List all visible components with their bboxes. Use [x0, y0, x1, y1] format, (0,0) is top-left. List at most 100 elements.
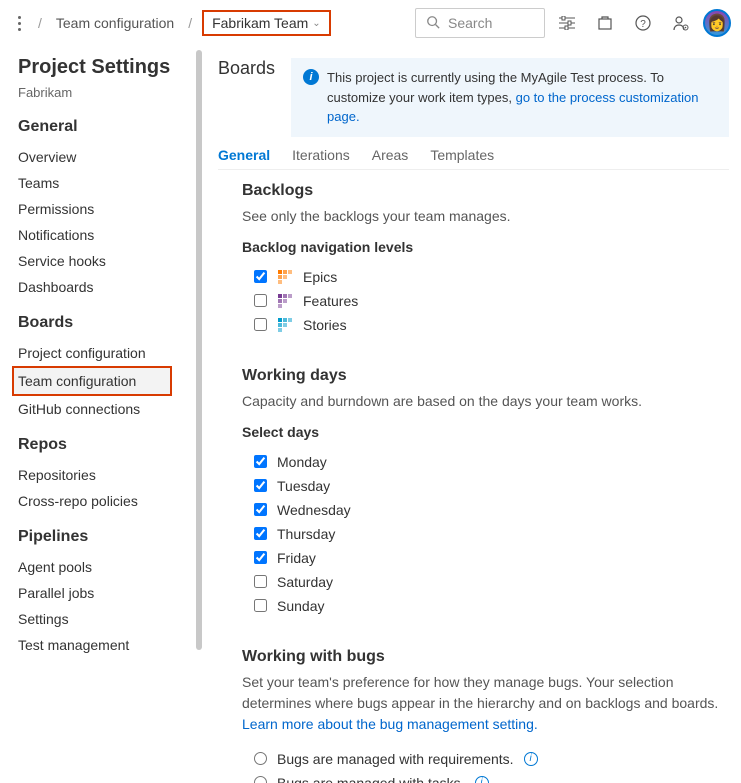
page-title: Boards: [218, 58, 275, 79]
backlog-level-label: Epics: [303, 269, 337, 285]
scrollbar-thumb[interactable]: [196, 50, 202, 650]
backlog-level-checkbox[interactable]: [254, 270, 267, 283]
backlogs-heading: Backlogs: [242, 182, 729, 200]
day-checkbox[interactable]: [254, 599, 267, 612]
backlog-level-row: Stories: [254, 313, 729, 337]
bugs-learn-more-link[interactable]: Learn more about the bug management sett…: [242, 716, 538, 732]
marketplace-icon[interactable]: [589, 7, 621, 39]
day-checkbox[interactable]: [254, 479, 267, 492]
backlog-level-row: Features: [254, 289, 729, 313]
project-settings-title[interactable]: Project Settings: [18, 56, 202, 79]
bug-option-row: Bugs are managed with requirements. i: [254, 747, 729, 771]
bug-option-label: Bugs are managed with tasks.: [277, 775, 465, 783]
more-menu-icon[interactable]: [10, 16, 28, 31]
day-row: Tuesday: [254, 474, 729, 498]
bug-option-radio[interactable]: [254, 752, 267, 765]
bug-option-row: Bugs are managed with tasks. i: [254, 771, 729, 783]
day-checkbox[interactable]: [254, 551, 267, 564]
sidebar-item-cross-repo-policies[interactable]: Cross-repo policies: [18, 488, 202, 514]
info-icon: i: [303, 69, 319, 85]
filter-icon[interactable]: [551, 7, 583, 39]
sidebar-item-parallel-jobs[interactable]: Parallel jobs: [18, 580, 202, 606]
main-content: Boards i This project is currently using…: [202, 46, 741, 783]
tab-templates[interactable]: Templates: [430, 147, 494, 163]
sidebar-item-notifications[interactable]: Notifications: [18, 222, 202, 248]
day-row: Wednesday: [254, 498, 729, 522]
search-placeholder: Search: [448, 15, 492, 31]
backlog-level-label: Stories: [303, 317, 347, 333]
breadcrumb-separator: /: [184, 15, 196, 31]
breadcrumb-item[interactable]: Team configuration: [52, 13, 178, 33]
day-label: Wednesday: [277, 502, 351, 518]
sidebar-item-github-connections[interactable]: GitHub connections: [18, 396, 202, 422]
sidebar-heading: Boards: [18, 314, 202, 332]
day-row: Saturday: [254, 570, 729, 594]
chevron-down-icon: ⌄: [312, 18, 320, 29]
day-label: Saturday: [277, 574, 333, 590]
day-label: Sunday: [277, 598, 324, 614]
backlog-level-row: Epics: [254, 265, 729, 289]
day-label: Friday: [277, 550, 316, 566]
bug-option-label: Bugs are managed with requirements.: [277, 751, 514, 767]
sidebar: Project Settings Fabrikam GeneralOvervie…: [0, 46, 202, 783]
sidebar-item-agent-pools[interactable]: Agent pools: [18, 554, 202, 580]
sidebar-heading: Repos: [18, 436, 202, 454]
sidebar-heading: Pipelines: [18, 528, 202, 546]
avatar[interactable]: 👩: [703, 9, 731, 37]
topbar: / Team configuration / Fabrikam Team ⌄ S…: [0, 0, 741, 46]
info-banner: i This project is currently using the My…: [291, 58, 729, 137]
sidebar-item-settings[interactable]: Settings: [18, 606, 202, 632]
project-name[interactable]: Fabrikam: [18, 85, 202, 100]
day-checkbox[interactable]: [254, 503, 267, 516]
work-item-icon: [277, 269, 293, 285]
sidebar-item-overview[interactable]: Overview: [18, 144, 202, 170]
workingdays-desc: Capacity and burndown are based on the d…: [242, 391, 729, 412]
bugs-section: Working with bugs Set your team's prefer…: [242, 648, 729, 783]
user-settings-icon[interactable]: [665, 7, 697, 39]
day-checkbox[interactable]: [254, 455, 267, 468]
day-label: Tuesday: [277, 478, 330, 494]
workingdays-heading: Working days: [242, 367, 729, 385]
help-icon[interactable]: ?: [627, 7, 659, 39]
day-row: Sunday: [254, 594, 729, 618]
sidebar-item-teams[interactable]: Teams: [18, 170, 202, 196]
tab-iterations[interactable]: Iterations: [292, 147, 350, 163]
backlogs-sub: Backlog navigation levels: [242, 239, 729, 255]
sidebar-item-test-management[interactable]: Test management: [18, 632, 202, 658]
backlog-level-checkbox[interactable]: [254, 318, 267, 331]
bugs-desc: Set your team's preference for how they …: [242, 672, 729, 735]
work-item-icon: [277, 293, 293, 309]
svg-text:?: ?: [640, 19, 646, 30]
workingdays-section: Working days Capacity and burndown are b…: [242, 367, 729, 618]
tab-general[interactable]: General: [218, 147, 270, 163]
sidebar-item-project-configuration[interactable]: Project configuration: [18, 340, 202, 366]
bugs-heading: Working with bugs: [242, 648, 729, 666]
sidebar-item-team-configuration[interactable]: Team configuration: [12, 366, 172, 396]
info-icon[interactable]: i: [475, 776, 489, 783]
day-label: Thursday: [277, 526, 335, 542]
backlogs-desc: See only the backlogs your team manages.: [242, 206, 729, 227]
backlog-level-checkbox[interactable]: [254, 294, 267, 307]
sidebar-item-repositories[interactable]: Repositories: [18, 462, 202, 488]
info-icon[interactable]: i: [524, 752, 538, 766]
backlogs-section: Backlogs See only the backlogs your team…: [242, 182, 729, 337]
day-row: Thursday: [254, 522, 729, 546]
breadcrumb-separator: /: [34, 15, 46, 31]
day-row: Monday: [254, 450, 729, 474]
search-input[interactable]: Search: [415, 8, 545, 38]
tab-areas[interactable]: Areas: [372, 147, 409, 163]
sidebar-item-service-hooks[interactable]: Service hooks: [18, 248, 202, 274]
day-checkbox[interactable]: [254, 527, 267, 540]
team-dropdown-label: Fabrikam Team: [212, 15, 308, 31]
backlog-level-label: Features: [303, 293, 358, 309]
sidebar-item-dashboards[interactable]: Dashboards: [18, 274, 202, 300]
day-checkbox[interactable]: [254, 575, 267, 588]
workingdays-sub: Select days: [242, 424, 729, 440]
tabs: General Iterations Areas Templates: [218, 147, 729, 170]
sidebar-item-permissions[interactable]: Permissions: [18, 196, 202, 222]
work-item-icon: [277, 317, 293, 333]
day-label: Monday: [277, 454, 327, 470]
team-dropdown[interactable]: Fabrikam Team ⌄: [202, 10, 331, 36]
bug-option-radio[interactable]: [254, 776, 267, 783]
search-icon: [426, 15, 440, 32]
